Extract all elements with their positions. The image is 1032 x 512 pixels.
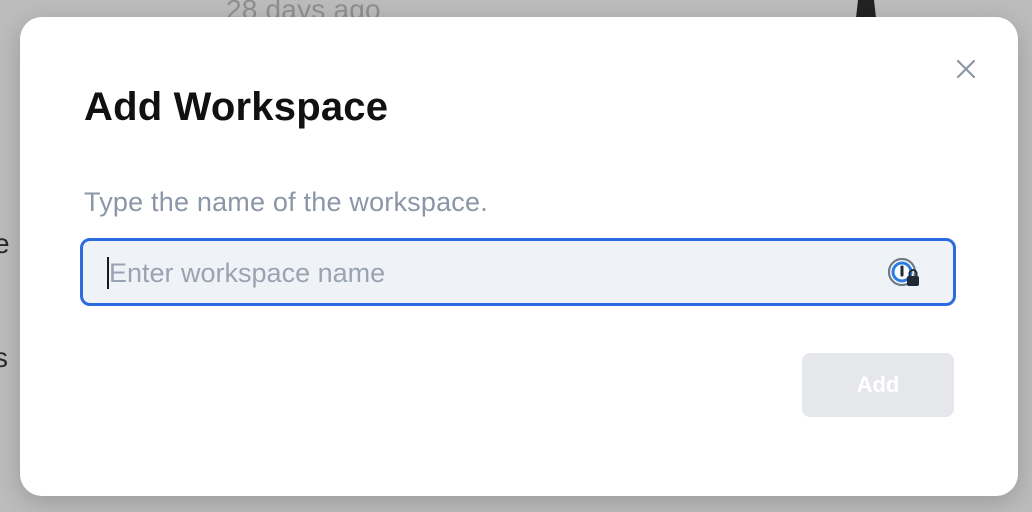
workspace-name-input[interactable] <box>107 241 871 305</box>
add-button[interactable]: Add <box>802 353 954 417</box>
workspace-name-field[interactable] <box>80 238 956 306</box>
dialog-title: Add Workspace <box>84 85 389 129</box>
text-caret <box>107 257 109 289</box>
password-manager-icon[interactable] <box>887 257 923 291</box>
shopping-bag-icon <box>856 0 876 18</box>
dialog-description: Type the name of the workspace. <box>84 187 488 217</box>
close-button[interactable] <box>952 55 980 83</box>
add-workspace-dialog: Add Workspace Type the name of the works… <box>20 17 1018 496</box>
background-text-fragment: s <box>0 342 8 373</box>
background-text-fragment: e <box>0 228 10 259</box>
close-icon <box>956 59 976 79</box>
